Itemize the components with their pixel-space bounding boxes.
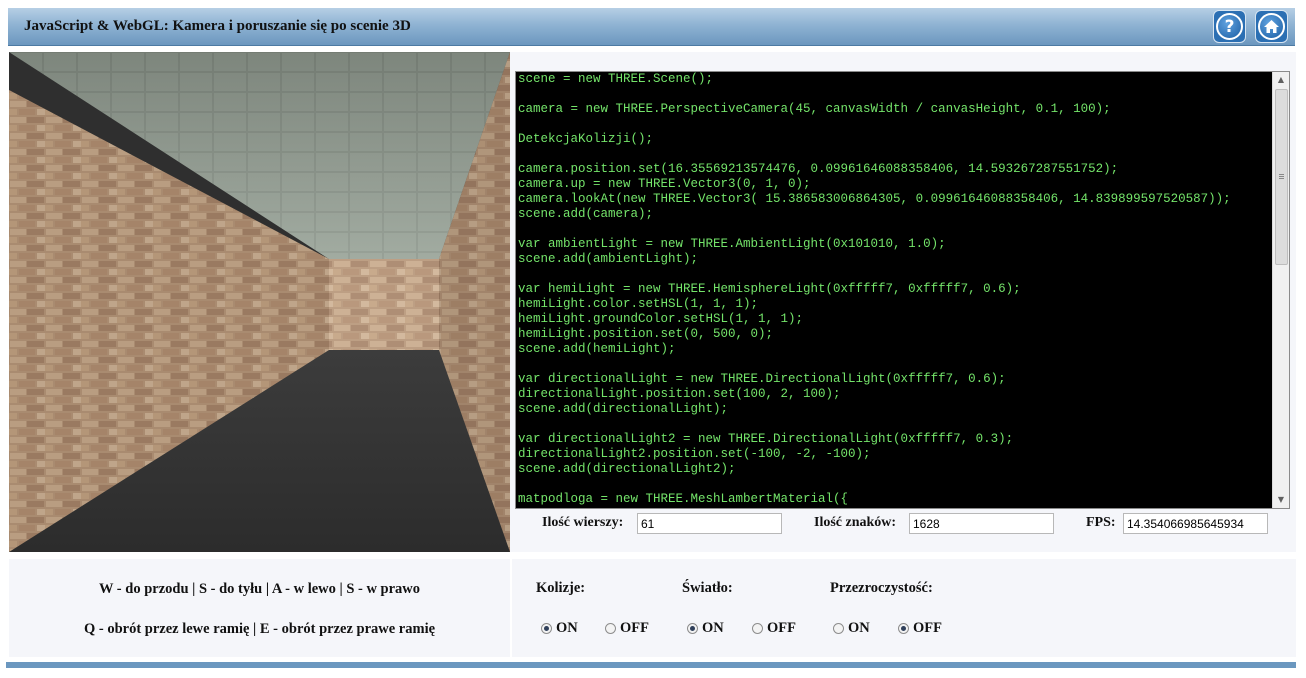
radio-button-icon[interactable] xyxy=(833,623,844,634)
home-button[interactable] xyxy=(1255,10,1288,43)
radio-label: OFF xyxy=(913,620,942,636)
light-label: Światło: xyxy=(682,580,733,596)
scroll-up-icon[interactable]: ▲ xyxy=(1273,72,1289,88)
controls-help: W - do przodu | S - do tyłu | A - w lewo… xyxy=(9,559,510,657)
transparency-label: Przezroczystość: xyxy=(830,580,933,596)
options-panel: Kolizje: ON OFF Światło: ON OFF Przezroc… xyxy=(512,559,1296,657)
scroll-down-icon[interactable]: ▼ xyxy=(1273,492,1289,508)
help-button[interactable]: ? xyxy=(1213,10,1246,43)
radio-button-icon[interactable] xyxy=(541,623,552,634)
movement-instructions: W - do przodu | S - do tyłu | A - w lewo… xyxy=(98,581,421,597)
radio-button-icon[interactable] xyxy=(752,623,763,634)
radio-label: OFF xyxy=(767,620,796,636)
fps-field[interactable] xyxy=(1123,513,1268,534)
transparency-off-radio[interactable]: OFF xyxy=(898,620,942,637)
code-editor[interactable]: scene = new THREE.Scene(); camera = new … xyxy=(515,71,1290,509)
light-on-radio[interactable]: ON xyxy=(687,620,724,637)
light-off-radio[interactable]: OFF xyxy=(752,620,796,637)
rows-label: Ilość wierszy: xyxy=(542,515,624,530)
radio-button-icon[interactable] xyxy=(605,623,616,634)
rows-field[interactable] xyxy=(637,513,782,534)
scroll-thumb[interactable] xyxy=(1275,89,1288,265)
collisions-off-radio[interactable]: OFF xyxy=(605,620,649,637)
fps-label: FPS: xyxy=(1086,515,1116,530)
radio-label: ON xyxy=(848,620,870,636)
code-text[interactable]: scene = new THREE.Scene(); camera = new … xyxy=(518,72,1231,507)
help-icon: ? xyxy=(1216,13,1243,40)
transparency-on-radio[interactable]: ON xyxy=(833,620,870,637)
code-scrollbar[interactable]: ▲ ▼ xyxy=(1272,72,1289,508)
radio-button-icon[interactable] xyxy=(687,623,698,634)
page-header: JavaScript & WebGL: Kamera i poruszanie … xyxy=(8,8,1295,46)
webgl-canvas[interactable] xyxy=(9,52,510,552)
radio-label: ON xyxy=(556,620,578,636)
home-icon xyxy=(1258,13,1285,40)
collisions-label: Kolizje: xyxy=(536,580,586,596)
footer-bar xyxy=(6,662,1296,668)
page-title: JavaScript & WebGL: Kamera i poruszanie … xyxy=(24,18,411,34)
collisions-on-radio[interactable]: ON xyxy=(541,620,578,637)
code-panel: scene = new THREE.Scene(); camera = new … xyxy=(510,52,1296,552)
chars-label: Ilość znaków: xyxy=(814,515,897,530)
radio-button-icon[interactable] xyxy=(898,623,909,634)
corridor-scene xyxy=(9,52,510,552)
rotation-instructions: Q - obrót przez lewe ramię | E - obrót p… xyxy=(83,621,436,637)
radio-label: OFF xyxy=(620,620,649,636)
radio-label: ON xyxy=(702,620,724,636)
chars-field[interactable] xyxy=(909,513,1054,534)
